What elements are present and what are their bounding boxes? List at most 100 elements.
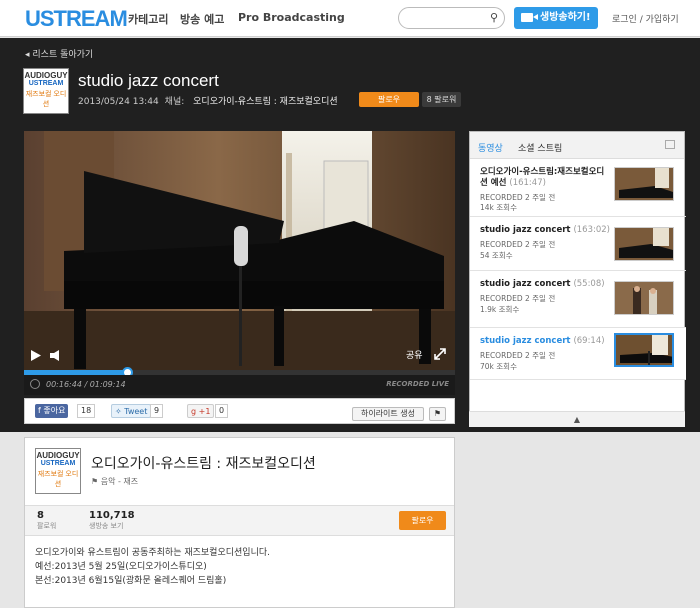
video-player[interactable] [24, 131, 455, 395]
views-count: 110,718 [89, 510, 135, 521]
item-duration: (55:08) [573, 279, 605, 289]
item-recorded: RECORDED 2 주일 전 [480, 351, 556, 360]
item-title-text: studio jazz concert [480, 225, 571, 235]
item-recorded: RECORDED 2 주일 전 [480, 240, 556, 249]
tab-videos[interactable]: 동영상 [478, 141, 503, 154]
desc-line: 오디오가이와 유스트림이 공동주최하는 재즈보컬오디션입니다. [35, 548, 271, 558]
logo-text-2: USTREAM [40, 460, 76, 467]
tab-social-stream[interactable]: 소셜 스트림 [518, 141, 562, 154]
item-thumbnail [614, 227, 674, 261]
item-title-text: studio jazz concert [480, 279, 571, 289]
volume-icon[interactable] [50, 350, 59, 361]
followers-count: 8 [37, 510, 44, 521]
item-thumbnail [614, 333, 674, 367]
clock-icon [30, 379, 40, 389]
item-thumbnail [614, 167, 674, 201]
go-live-label: 생방송하기! [540, 12, 591, 23]
item-title: 오디오가이-유스트림:재즈보컬오디션 예선 (161:47) [480, 167, 612, 189]
item-recorded: RECORDED 2 주일 전 [480, 294, 556, 303]
views-label: 생방송 보기 [89, 522, 124, 530]
desc-line: 예선:2013년 5월 25일(오디오가이스튜디오) [35, 562, 207, 572]
recorded-live-label: RECORDED LIVE [386, 380, 449, 388]
channel-name-link[interactable]: 오디오가이-유스트림 : 재즈보컬오디션 [193, 97, 337, 107]
flag-icon[interactable]: ⚑ [429, 407, 446, 421]
login-link[interactable]: 로그인 / 가입하기 [612, 12, 679, 25]
tweet-count: 9 [150, 404, 164, 418]
channel-description: 오디오가이와 유스트림이 공동주최하는 재즈보컬오디션입니다. 예선:2013년… [35, 546, 270, 588]
item-thumbnail [614, 281, 674, 315]
time-bar: 00:16:44 / 01:09:14 RECORDED LIVE [24, 375, 455, 395]
channel-stats: 8 팔로워 110,718 생방송 보기 [25, 505, 454, 536]
channel-name[interactable]: 오디오가이-유스트림 : 재즈보컬오디션 [91, 453, 316, 473]
item-views: 14k 조회수 [480, 203, 517, 212]
desc-line: 본선:2013년 6월15일(광화문 올레스퀘어 드림홀) [35, 576, 227, 586]
like-label: 좋아요 [43, 406, 66, 415]
video-sidebar: 동영상 소셜 스트림 오디오가이-유스트림:재즈보컬오디션 예선 (161:47… [469, 131, 686, 427]
back-to-list-link[interactable]: ◂ 리스트 돌아가기 [25, 47, 93, 60]
go-live-button[interactable]: 생방송하기! [514, 7, 598, 29]
tweet-button[interactable]: ✧ Tweet [111, 404, 152, 418]
stat-followers: 8 팔로워 [37, 510, 56, 531]
back-label: 리스트 돌아가기 [32, 50, 94, 60]
share-button[interactable]: 공유 [406, 348, 423, 361]
list-item-active[interactable]: studio jazz concert (69:14) RECORDED 2 주… [470, 328, 686, 380]
facebook-like-button[interactable]: f 좋아요 [35, 404, 69, 418]
follow-button[interactable]: 팔로우 [359, 92, 419, 107]
video-frame [24, 131, 455, 395]
nav-pro-broadcasting[interactable]: Pro Broadcasting [238, 11, 345, 24]
item-views: 54 조회수 [480, 251, 513, 260]
google-plus-button[interactable]: g +1 [187, 404, 215, 418]
stat-views: 110,718 생방송 보기 [89, 510, 135, 531]
channel-follow-button[interactable]: 팔로우 [399, 511, 446, 530]
video-datetime: 2013/05/24 13:44 [78, 97, 159, 107]
video-title: studio jazz concert [78, 71, 219, 90]
like-count: 18 [77, 404, 96, 418]
item-title: studio jazz concert (163:02) [480, 225, 612, 236]
gplus-label: +1 [198, 407, 211, 416]
logo-text-2: USTREAM [28, 80, 64, 87]
item-duration: (163:02) [573, 225, 610, 235]
nav-category[interactable]: 카테고리 [128, 11, 168, 27]
item-title: studio jazz concert (55:08) [480, 279, 612, 290]
search-icon[interactable]: ⚲ [490, 11, 498, 24]
sidebar-tabs: 동영상 소셜 스트림 [470, 132, 684, 159]
item-duration: (161:47) [509, 178, 546, 188]
channel-label: 채널: [164, 97, 185, 107]
ustream-logo[interactable]: USTREAM [25, 6, 128, 32]
item-views: 70k 조회수 [480, 362, 517, 371]
top-bar: USTREAM 카테고리 방송 예고 Pro Broadcasting ⚲ 생방… [0, 0, 700, 37]
channel-logo-small[interactable]: AUDIOGUY USTREAM 재즈보컬 오디션 [35, 448, 81, 494]
logo-text-1: AUDIOGUY [36, 451, 80, 460]
tweet-label: Tweet [124, 407, 148, 416]
logo-text-3: 재즈보컬 오디션 [37, 471, 79, 488]
followers-label: 팔로워 [37, 522, 57, 530]
follower-count: 8 팔로워 [422, 92, 461, 107]
player-controls [31, 350, 59, 361]
item-title-text: studio jazz concert [480, 336, 571, 346]
item-duration: (69:14) [573, 336, 605, 346]
sidebar-scroll-button[interactable]: ▲ [469, 411, 685, 427]
play-icon[interactable] [31, 350, 41, 361]
nav-schedule[interactable]: 방송 예고 [180, 11, 224, 27]
list-item[interactable]: studio jazz concert (163:02) RECORDED 2 … [470, 217, 686, 271]
category-label: 음악 - 재즈 [100, 477, 139, 486]
tag-icon: ⚑ [91, 477, 99, 486]
item-views: 1.9k 조회수 [480, 305, 520, 314]
search-input[interactable]: ⚲ [398, 7, 505, 29]
list-item[interactable]: studio jazz concert (55:08) RECORDED 2 주… [470, 271, 686, 328]
gplus-count: 0 [215, 404, 229, 418]
popout-icon[interactable] [665, 140, 675, 149]
logo-text-1: AUDIOGUY [24, 71, 68, 80]
list-item[interactable]: 오디오가이-유스트림:재즈보컬오디션 예선 (161:47) RECORDED … [470, 159, 686, 217]
channel-category[interactable]: ⚑ 음악 - 재즈 [91, 476, 138, 487]
channel-logo[interactable]: AUDIOGUY USTREAM 재즈보컬 오디션 [23, 68, 69, 114]
logo-text-3: 재즈보컬 오디션 [25, 91, 67, 108]
channel-info-panel: AUDIOGUY USTREAM 재즈보컬 오디션 오디오가이-유스트림 : 재… [24, 437, 455, 608]
video-meta: 2013/05/24 13:44 채널: 오디오가이-유스트림 : 재즈보컬오디션 [78, 94, 344, 107]
video-list: 오디오가이-유스트림:재즈보컬오디션 예선 (161:47) RECORDED … [470, 159, 686, 380]
time-display: 00:16:44 / 01:09:14 [46, 380, 126, 389]
camera-icon [521, 13, 538, 22]
item-title: studio jazz concert (69:14) [480, 336, 612, 347]
create-highlight-button[interactable]: 하이라이트 생성 [352, 407, 424, 421]
fullscreen-icon[interactable] [434, 348, 446, 360]
